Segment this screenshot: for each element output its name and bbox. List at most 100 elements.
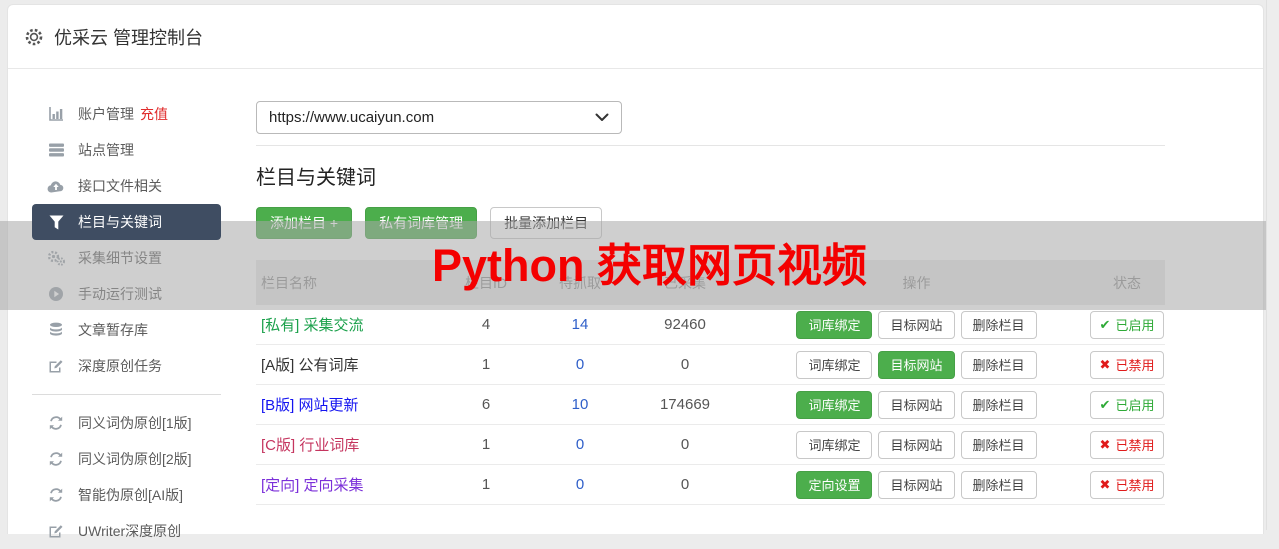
scrollbar-track[interactable]: [1266, 0, 1279, 530]
column-id-value: 1: [481, 476, 491, 493]
column-name-link[interactable]: [B版] 网站更新: [256, 394, 438, 415]
play-icon: [46, 286, 66, 302]
sidebar-item-智能伪原创[AI版][interactable]: 智能伪原创[AI版]: [32, 477, 221, 513]
edit-icon: [46, 523, 66, 539]
row-actions: 词库绑定 目标网站 删除栏目: [744, 430, 1089, 459]
refresh-icon: [46, 451, 66, 467]
sidebar-item-label: 同义词伪原创[1版]: [78, 415, 192, 431]
status-badge[interactable]: ✖ 已禁用: [1090, 470, 1164, 499]
action-button-目标网站[interactable]: 目标网站: [878, 430, 955, 459]
pending-count-link[interactable]: 14: [534, 316, 626, 333]
toolbar-button-批量添加栏目[interactable]: 批量添加栏目: [490, 207, 603, 239]
status-mark-icon: ✖: [1099, 356, 1111, 372]
row-actions: 词库绑定 目标网站 删除栏目: [744, 390, 1089, 419]
action-button-词库绑定[interactable]: 词库绑定: [796, 350, 873, 379]
table-row: [B版] 网站更新 6 10 174669 词库绑定 目标网站 删除栏目 ✔ 已启用: [256, 385, 1165, 425]
bar-chart-icon: [46, 106, 66, 122]
column-name-link[interactable]: [私有] 采集交流: [256, 314, 438, 335]
row-actions: 定向设置 目标网站 删除栏目: [744, 470, 1089, 499]
collected-count-value: 174669: [659, 396, 711, 413]
status-badge[interactable]: ✔ 已启用: [1090, 310, 1164, 339]
action-button-删除栏目[interactable]: 删除栏目: [960, 350, 1037, 379]
action-button-目标网站[interactable]: 目标网站: [878, 310, 955, 339]
sidebar-item-同义词伪原创[2版][interactable]: 同义词伪原创[2版]: [32, 441, 221, 477]
sidebar-item-账户管理[interactable]: 账户管理 充值: [32, 96, 221, 132]
action-button-定向设置[interactable]: 定向设置: [796, 470, 873, 499]
column-name-link[interactable]: [C版] 行业词库: [256, 434, 438, 455]
col-header-id: 栏目ID: [465, 274, 507, 291]
sidebar-item-站点管理[interactable]: 站点管理: [32, 132, 221, 168]
sidebar-item-同义词伪原创[1版][interactable]: 同义词伪原创[1版]: [32, 405, 221, 441]
status-label: 已启用: [1115, 398, 1155, 413]
pending-count-link[interactable]: 0: [534, 356, 626, 373]
sidebar-item-extra-recharge[interactable]: 充值: [140, 104, 168, 124]
pending-count-link[interactable]: 10: [534, 396, 626, 413]
column-id-value: 4: [481, 316, 491, 333]
action-button-目标网站[interactable]: 目标网站: [878, 470, 955, 499]
main-content: https://www.ucaiyun.com 栏目与关键词 添加栏目 + 私有词…: [249, 69, 1263, 549]
sidebar-item-手动运行测试[interactable]: 手动运行测试: [32, 276, 221, 312]
pending-count-link[interactable]: 0: [534, 476, 626, 493]
status-mark-icon: ✔: [1099, 316, 1111, 332]
column-name-link[interactable]: [定向] 定向采集: [256, 474, 438, 495]
site-select[interactable]: https://www.ucaiyun.com: [256, 101, 622, 134]
sidebar-item-label: 栏目与关键词: [78, 214, 162, 230]
sidebar-item-文章暂存库[interactable]: 文章暂存库: [32, 312, 221, 348]
table-body: [私有] 采集交流 4 14 92460 词库绑定 目标网站 删除栏目 ✔ 已启用 …: [256, 305, 1165, 505]
column-id-value: 6: [481, 396, 491, 413]
action-button-删除栏目[interactable]: 删除栏目: [960, 310, 1037, 339]
table-row: [A版] 公有词库 1 0 0 词库绑定 目标网站 删除栏目 ✖ 已禁用: [256, 345, 1165, 385]
sidebar-item-label: 手动运行测试: [78, 286, 162, 302]
chevron-down-icon: [595, 113, 609, 122]
status-badge[interactable]: ✔ 已启用: [1090, 390, 1164, 419]
sidebar-item-label: 智能伪原创[AI版]: [78, 487, 184, 503]
column-id-value: 1: [481, 436, 491, 453]
pending-count-link[interactable]: 0: [534, 436, 626, 453]
status-label: 已禁用: [1115, 438, 1155, 453]
col-header-actions: 操作: [902, 274, 931, 291]
column-id-value: 1: [481, 356, 491, 373]
sidebar-divider: [32, 394, 221, 395]
status-mark-icon: ✖: [1099, 436, 1111, 452]
filter-icon: [46, 214, 66, 230]
toolbar-button-私有词库管理[interactable]: 私有词库管理: [365, 207, 478, 239]
col-header-pending: 待抓取: [559, 274, 601, 291]
row-actions: 词库绑定 目标网站 删除栏目: [744, 350, 1089, 379]
app-title: 优采云 管理控制台: [54, 27, 204, 48]
sidebar-item-采集细节设置[interactable]: 采集细节设置: [32, 240, 221, 276]
sidebar-item-深度原创任务[interactable]: 深度原创任务: [32, 348, 221, 384]
action-button-删除栏目[interactable]: 删除栏目: [960, 470, 1037, 499]
action-button-词库绑定[interactable]: 词库绑定: [796, 430, 873, 459]
toolbar-button-添加栏目 +[interactable]: 添加栏目 +: [256, 207, 353, 239]
col-header-name: 栏目名称: [261, 274, 317, 291]
sidebar-item-label: 账户管理: [78, 106, 134, 122]
sidebar-item-UWriter深度原创[interactable]: UWriter深度原创: [32, 513, 221, 549]
collected-count-value: 0: [680, 356, 690, 373]
action-button-目标网站[interactable]: 目标网站: [878, 350, 955, 379]
status-badge[interactable]: ✖ 已禁用: [1090, 350, 1164, 379]
cloud-upload-icon: [46, 178, 66, 194]
row-actions: 词库绑定 目标网站 删除栏目: [744, 310, 1089, 339]
toolbar: 添加栏目 + 私有词库管理 批量添加栏目: [256, 207, 1165, 239]
column-name-link[interactable]: [A版] 公有词库: [256, 354, 438, 375]
status-label: 已禁用: [1115, 478, 1155, 493]
sidebar-item-栏目与关键词[interactable]: 栏目与关键词: [32, 204, 221, 240]
refresh-icon: [46, 487, 66, 503]
server-icon: [46, 142, 66, 158]
gears-icon: [46, 250, 66, 266]
edit-icon: [46, 358, 66, 374]
status-badge[interactable]: ✖ 已禁用: [1090, 430, 1164, 459]
sidebar-item-label: UWriter深度原创: [78, 523, 182, 539]
action-button-词库绑定[interactable]: 词库绑定: [796, 390, 873, 419]
gear-icon: [24, 27, 44, 47]
action-button-目标网站[interactable]: 目标网站: [878, 390, 955, 419]
sidebar-item-label: 站点管理: [78, 142, 134, 158]
action-button-删除栏目[interactable]: 删除栏目: [960, 430, 1037, 459]
status-label: 已禁用: [1115, 358, 1155, 373]
sidebar-item-接口文件相关[interactable]: 接口文件相关: [32, 168, 221, 204]
site-select-value: https://www.ucaiyun.com: [269, 109, 435, 126]
database-icon: [46, 322, 66, 338]
action-button-词库绑定[interactable]: 词库绑定: [796, 310, 873, 339]
action-button-删除栏目[interactable]: 删除栏目: [960, 390, 1037, 419]
col-header-status: 状态: [1113, 274, 1141, 291]
